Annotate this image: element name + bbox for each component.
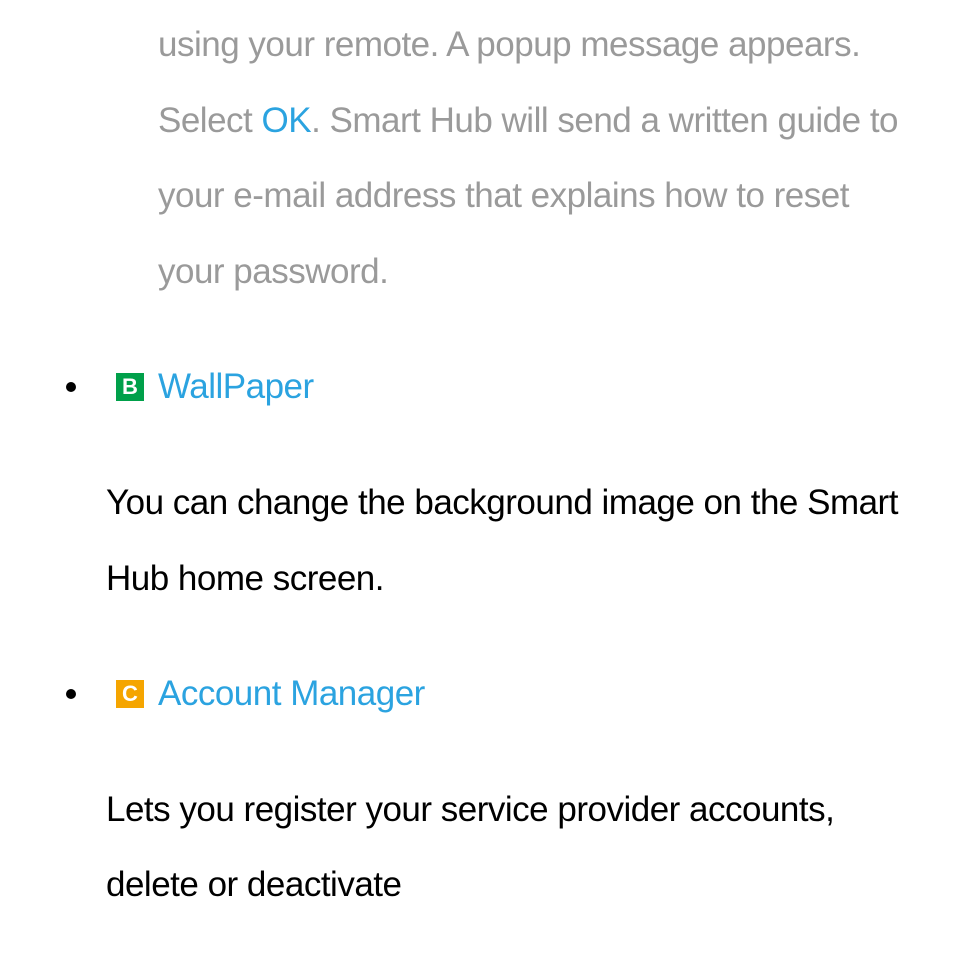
account-manager-body: Lets you register your service provider … [106, 772, 904, 923]
top-paragraph: using your remote. A popup message appea… [158, 7, 904, 309]
badge-c-icon: C [116, 680, 144, 708]
bullet-section-account-manager: C Account Manager Lets you register your… [106, 656, 904, 923]
bullet-dot-icon [66, 689, 76, 699]
document-body: using your remote. A popup message appea… [0, 0, 954, 923]
ok-highlight: OK [262, 101, 312, 140]
badge-b-icon: B [116, 373, 144, 401]
wallpaper-title: WallPaper [158, 349, 314, 425]
bullet-dot-icon [66, 382, 76, 392]
bullet-header-wallpaper: B WallPaper [106, 349, 904, 425]
account-manager-title: Account Manager [158, 656, 425, 732]
bullet-section-wallpaper: B WallPaper You can change the backgroun… [106, 349, 904, 616]
bullet-header-account-manager: C Account Manager [106, 656, 904, 732]
wallpaper-body: You can change the background image on t… [106, 465, 904, 616]
